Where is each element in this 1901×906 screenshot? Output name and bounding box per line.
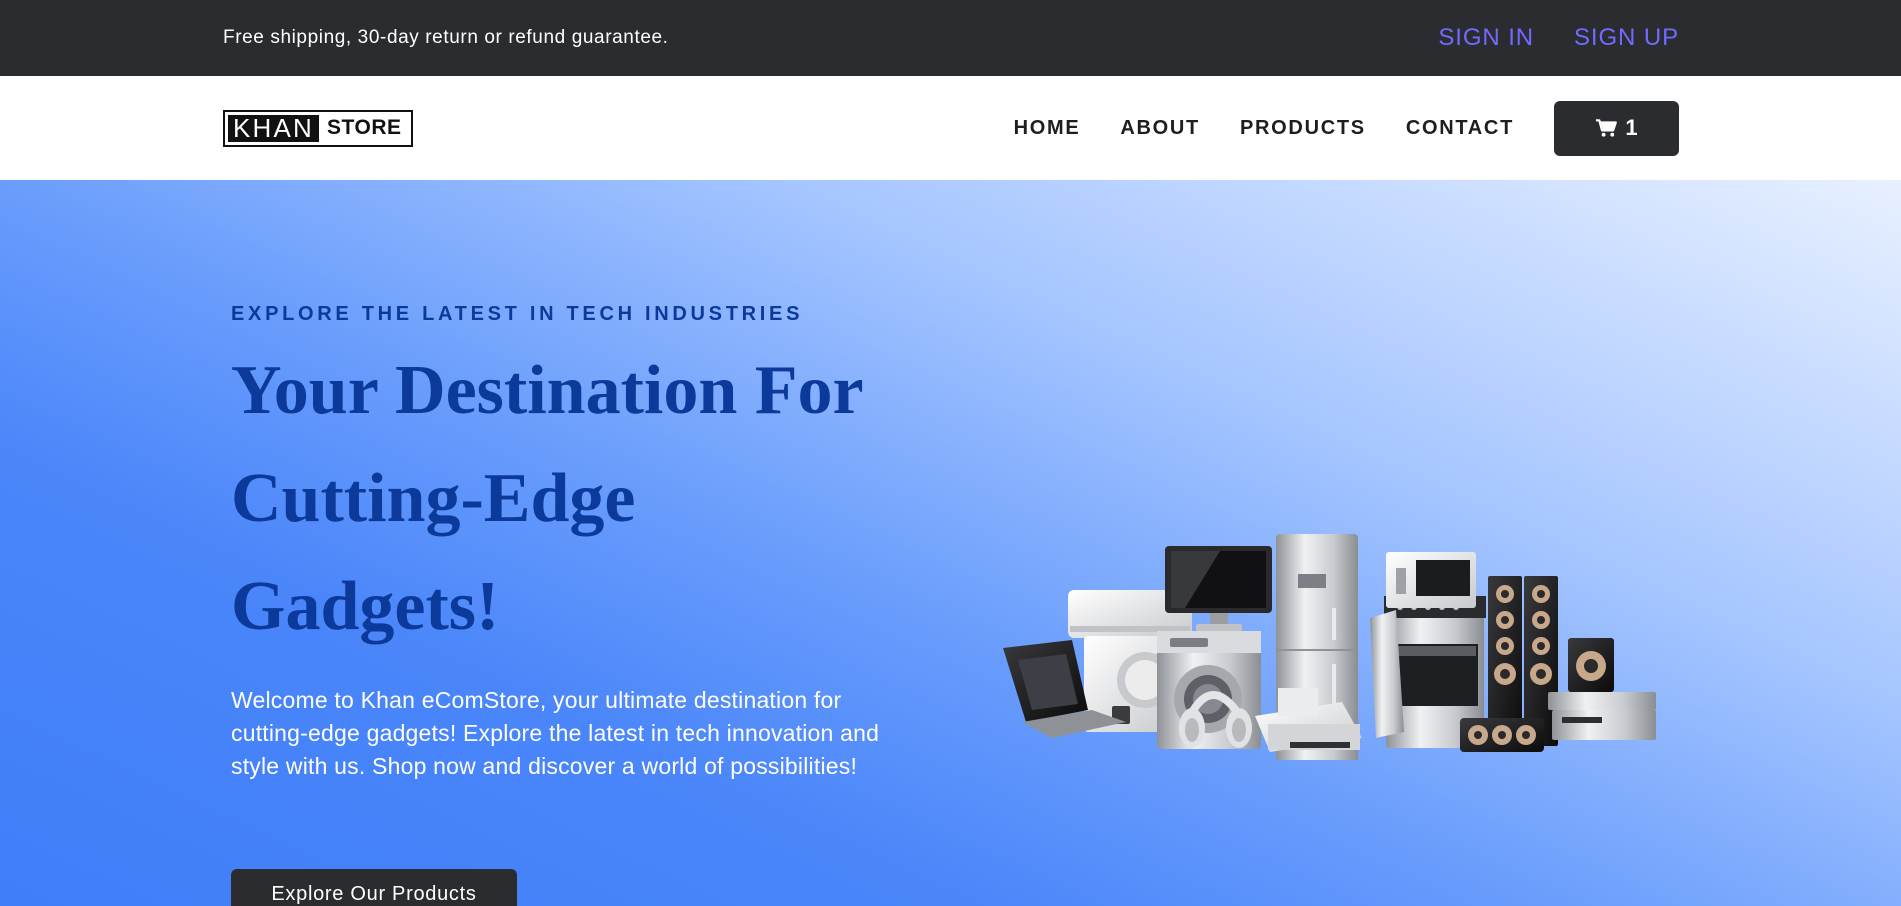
nav-item-products[interactable]: PRODUCTS (1240, 117, 1366, 140)
khan-store-logo[interactable]: KHAN STORE (223, 109, 413, 147)
hero-description: Welcome to Khan eComStore, your ultimate… (231, 687, 880, 779)
main-navbar: KHAN STORE HOME ABOUT PRODUCTS CONTACT 1 (0, 76, 1901, 180)
nav-item-contact[interactable]: CONTACT (1406, 117, 1514, 140)
hero-section: EXPLORE THE LATEST IN TECH INDUSTRIES Yo… (0, 180, 1901, 906)
sign-up-link[interactable]: SIGN UP (1574, 24, 1679, 52)
sign-in-link[interactable]: SIGN IN (1438, 24, 1534, 52)
nav-item-about[interactable]: ABOUT (1120, 117, 1200, 140)
hero-title: Your Destination For Cutting-Edge Gadget… (231, 352, 863, 645)
hero-eyebrow: EXPLORE THE LATEST IN TECH INDUSTRIES (231, 303, 804, 325)
nav-menu: HOME ABOUT PRODUCTS CONTACT 1 (1014, 100, 1679, 156)
cart-count: 1 (1625, 115, 1638, 140)
shipping-announcement: Free shipping, 30-day return or refund g… (223, 27, 669, 48)
nav-item-home[interactable]: HOME (1014, 117, 1081, 140)
auth-links: SIGN IN SIGN UP (1438, 24, 1679, 52)
explore-products-button[interactable]: Explore Our Products (231, 869, 517, 906)
logo-light-text: STORE (327, 116, 402, 139)
shopping-cart-icon (1596, 119, 1618, 137)
electronics-product-image (1003, 534, 1656, 760)
hero-content: EXPLORE THE LATEST IN TECH INDUSTRIES Yo… (231, 302, 911, 783)
top-announcement-bar: Free shipping, 30-day return or refund g… (0, 0, 1901, 76)
cart-button[interactable]: 1 (1554, 100, 1679, 156)
logo-dark-text: KHAN (228, 113, 320, 143)
